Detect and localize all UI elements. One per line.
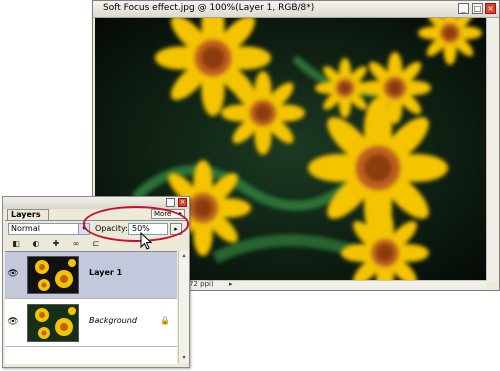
tab-layers[interactable]: Layers bbox=[7, 209, 49, 220]
document-vertical-scrollbar[interactable] bbox=[486, 18, 498, 282]
chevron-down-icon[interactable]: ▾ bbox=[78, 224, 89, 234]
opacity-slider-button[interactable]: ▸ bbox=[170, 223, 182, 235]
close-button[interactable]: × bbox=[485, 3, 496, 14]
scroll-down-icon[interactable]: ▾ bbox=[180, 354, 188, 362]
lock-icon: 🔒 bbox=[160, 316, 170, 325]
palette-divider bbox=[5, 220, 187, 221]
palette-close-button[interactable]: × bbox=[178, 198, 187, 207]
more-label: More bbox=[154, 210, 172, 218]
more-button[interactable]: More ▸ bbox=[151, 209, 185, 219]
blend-mode-value: Normal bbox=[11, 224, 40, 233]
eye-icon[interactable]: 👁 bbox=[7, 268, 19, 280]
opacity-label: Opacity: bbox=[95, 224, 128, 233]
lock-transparency-icon[interactable]: ◧ bbox=[11, 239, 21, 249]
lock-toolbar: ◧ ◐ ✚ ∞ ⊏ bbox=[9, 239, 185, 249]
mouse-cursor-icon bbox=[140, 232, 152, 250]
document-title: Soft Focus effect.jpg @ 100%(Layer 1, RG… bbox=[103, 3, 315, 13]
layer-name: Background bbox=[89, 316, 137, 325]
layer-row-layer-1[interactable]: 👁 Layer 1 bbox=[5, 252, 177, 299]
link-icon[interactable]: ∞ bbox=[71, 239, 81, 249]
lock-all-icon[interactable]: ⊏ bbox=[91, 239, 101, 249]
eye-icon[interactable]: 👁 bbox=[7, 316, 19, 328]
palette-title-bar[interactable]: × bbox=[3, 197, 189, 209]
document-title-bar[interactable]: Soft Focus effect.jpg @ 100%(Layer 1, RG… bbox=[93, 1, 499, 18]
more-arrow-icon: ▸ bbox=[178, 210, 182, 217]
status-zoom-text: 72 ppi) bbox=[189, 280, 214, 288]
layer-row-background[interactable]: 👁 Background 🔒 bbox=[5, 300, 177, 347]
layer-thumbnail bbox=[27, 256, 79, 294]
scroll-up-icon[interactable]: ▴ bbox=[180, 252, 188, 260]
lock-image-icon[interactable]: ◐ bbox=[31, 239, 41, 249]
blend-mode-select[interactable]: Normal ▾ bbox=[8, 223, 90, 235]
layers-list: 👁 Layer 1 👁 Background 🔒 bbox=[5, 251, 177, 364]
palette-minimize-button[interactable] bbox=[166, 198, 175, 207]
minimize-button[interactable]: _ bbox=[458, 3, 469, 14]
status-menu-arrow[interactable]: ▸ bbox=[229, 280, 233, 288]
layers-palette: × Layers More ▸ Normal ▾ Opacity: 50% ▸ … bbox=[2, 196, 190, 368]
maximize-button[interactable]: □ bbox=[472, 3, 483, 14]
lock-position-icon[interactable]: ✚ bbox=[51, 239, 61, 249]
layer-name: Layer 1 bbox=[89, 268, 123, 277]
layers-scrollbar[interactable]: ▴ ▾ bbox=[178, 251, 189, 363]
layer-thumbnail bbox=[27, 304, 79, 342]
